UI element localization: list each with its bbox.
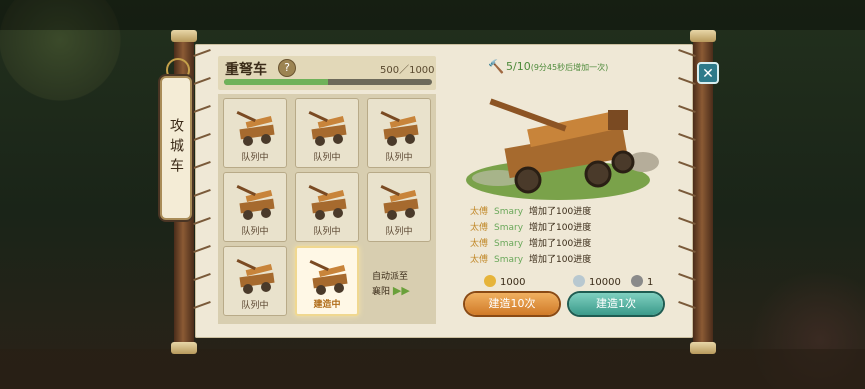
log-title: 太傅 [470, 239, 489, 249]
progress-log-entry: 太傅 Smary 增加了100进度 [470, 252, 591, 265]
build-count-current: 5 [506, 60, 513, 73]
progress-log-entry: 太傅 Smary 增加了100进度 [470, 204, 591, 217]
progress-fill [224, 79, 328, 85]
auto-dispatch[interactable]: 自动派至 襄阳 ▶▶ [372, 270, 432, 299]
lace-right [678, 48, 696, 332]
progress-log-entry: 太傅 Smary 增加了100进度 [470, 236, 591, 249]
token-icon [631, 275, 643, 287]
gold-coin-icon [484, 275, 496, 287]
queue-cell[interactable]: 队列中 [223, 246, 287, 316]
catapult-icon [236, 110, 275, 146]
gold-cost: 1000 [484, 275, 525, 288]
log-title: 太傅 [470, 223, 489, 233]
catapult-icon [380, 184, 419, 220]
queue-cell-label: 队列中 [385, 227, 413, 237]
queue-cell[interactable]: 队列中 [223, 98, 287, 168]
log-action: 增加了100进度 [529, 255, 592, 265]
catapult-icon [236, 258, 275, 294]
queue-cell-label: 队列中 [241, 153, 269, 163]
gold-cost-value: 1000 [500, 277, 526, 288]
close-icon[interactable]: ✕ [697, 62, 719, 84]
build-1-button[interactable]: 建造1次 [569, 293, 663, 315]
queue-cell[interactable]: 队列中 [295, 172, 359, 242]
unit-title: 重弩车 [225, 62, 267, 78]
forward-arrows-icon: ▶▶ [392, 284, 410, 297]
catapult-icon [308, 110, 347, 146]
catapult-icon [380, 110, 419, 146]
tab-siege-vehicle[interactable]: 攻城车 [160, 76, 192, 220]
auto-dispatch-line1: 自动派至 [372, 272, 409, 282]
hammer-icon: 🔨 [488, 60, 505, 75]
progress-text: 500／1000 [380, 65, 435, 76]
queue-cell[interactable]: 队列中 [295, 98, 359, 168]
log-title: 太傅 [470, 207, 489, 217]
queue-cell-label: 队列中 [313, 153, 341, 163]
tab-label: 攻城车 [168, 118, 184, 178]
progress-log-entry: 太傅 Smary 增加了100进度 [470, 220, 591, 233]
log-title: 太傅 [470, 255, 489, 265]
top-hud-bar [0, 0, 865, 30]
lace-left [193, 48, 211, 332]
token-count-value: 1 [647, 277, 654, 288]
log-action: 增加了100进度 [529, 223, 592, 233]
log-player-name: Smary [494, 239, 524, 249]
build-count-timer: 5/10(9分45秒后增加一次) [506, 60, 608, 73]
queue-cell[interactable]: 队列中 [367, 98, 431, 168]
help-icon[interactable]: ? [278, 59, 296, 77]
silver-coin-icon [573, 275, 585, 287]
token-count: 1 [631, 275, 653, 288]
queue-cell-label: 队列中 [241, 227, 269, 237]
queue-cell[interactable]: 队列中 [367, 172, 431, 242]
progress-bar [224, 79, 432, 85]
bottom-hud-bar [0, 349, 865, 389]
log-action: 增加了100进度 [529, 239, 592, 249]
catapult-icon [309, 259, 348, 295]
silver-cost: 10000 [573, 275, 621, 288]
catapult-icon [236, 184, 275, 220]
catapult-icon [308, 184, 347, 220]
log-player-name: Smary [494, 223, 524, 233]
queue-cell-label: 建造中 [313, 300, 341, 310]
queue-cell-label: 队列中 [313, 227, 341, 237]
silver-cost-value: 10000 [589, 277, 621, 288]
queue-cell[interactable]: 队列中 [223, 172, 287, 242]
catapult-illustration [466, 98, 659, 200]
queue-cell-label: 队列中 [241, 301, 269, 311]
build-count-note: (9分45秒后增加一次) [530, 63, 609, 72]
queue-cell[interactable]: 建造中 [295, 246, 359, 316]
auto-dispatch-line2: 襄阳 [372, 287, 391, 297]
log-player-name: Smary [494, 207, 524, 217]
log-action: 增加了100进度 [529, 207, 592, 217]
queue-cell-label: 队列中 [385, 153, 413, 163]
build-10-button[interactable]: 建造10次 [465, 293, 559, 315]
log-player-name: Smary [494, 255, 524, 265]
build-count-total: /10 [513, 60, 531, 73]
